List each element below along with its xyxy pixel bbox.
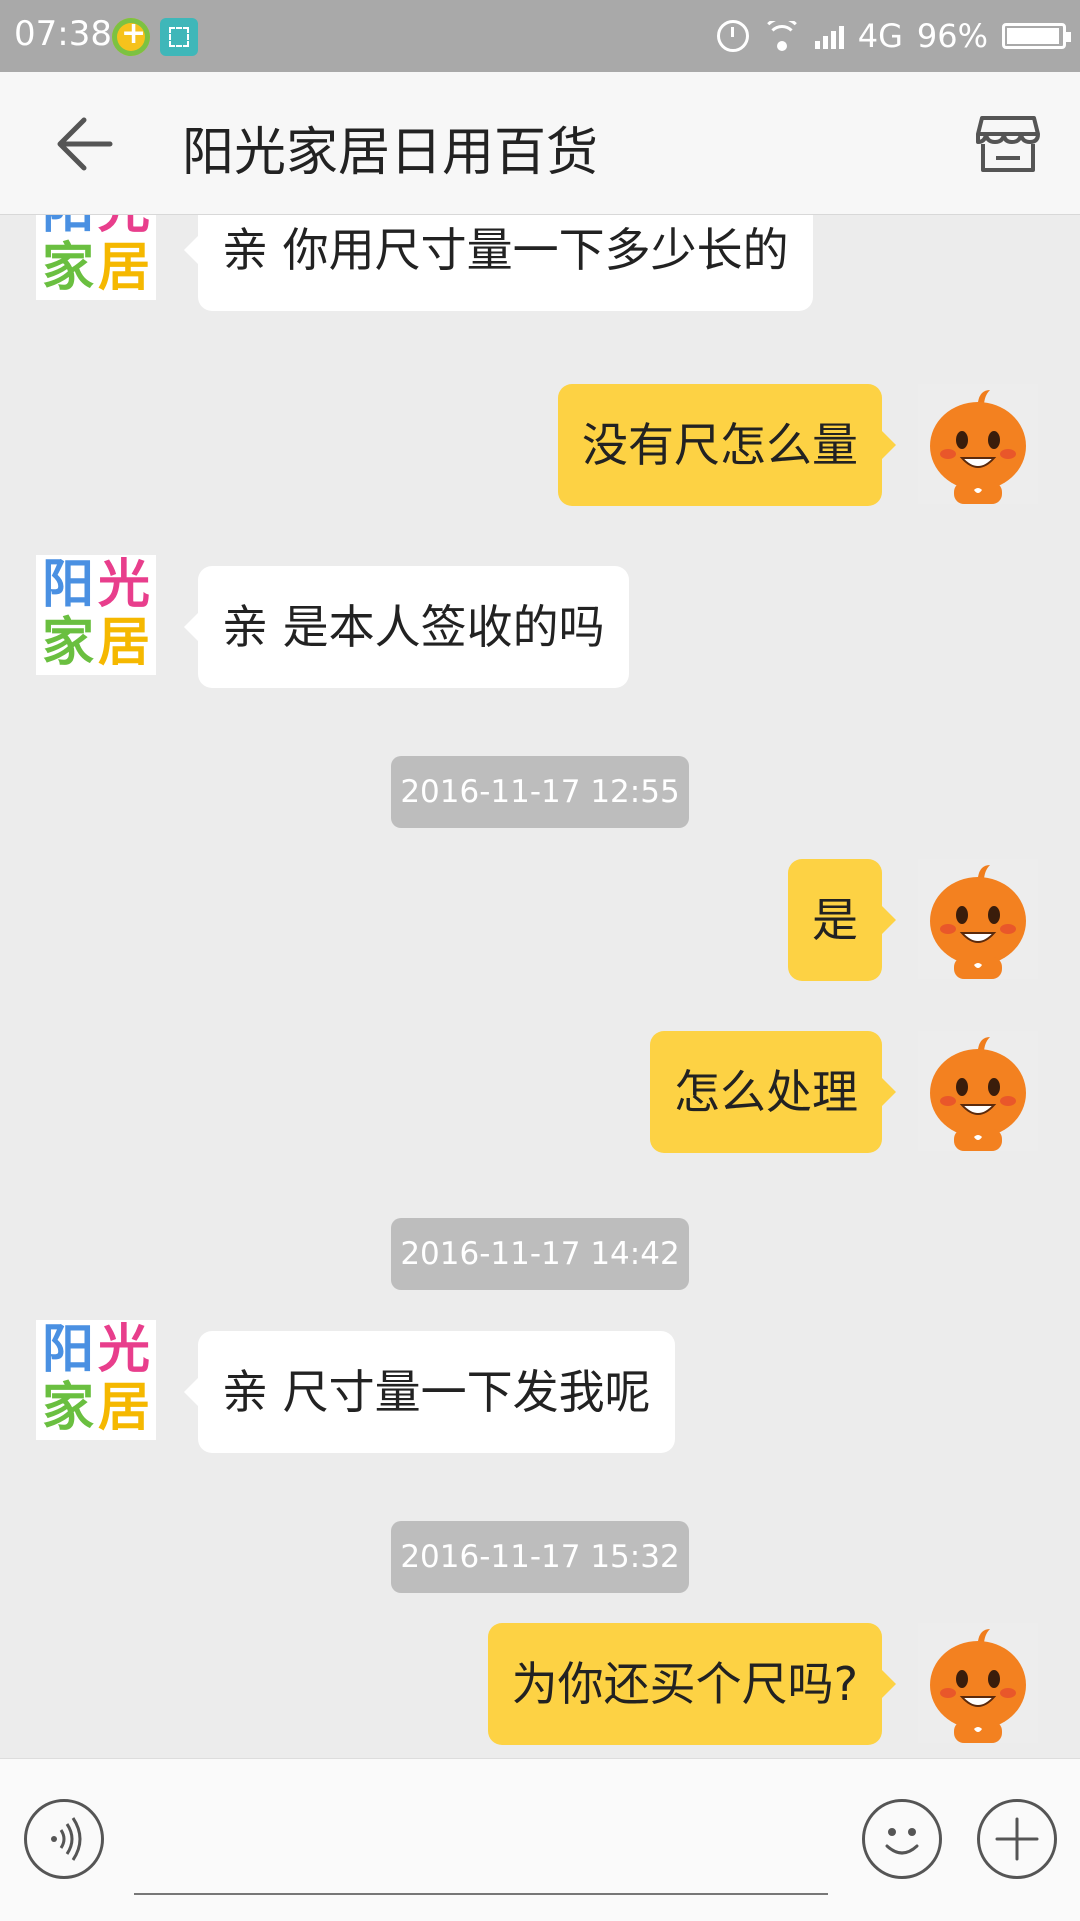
page-title: 阳光家居日用百货: [182, 123, 599, 183]
user-avatar[interactable]: [918, 859, 1038, 979]
emoji-button[interactable]: [862, 1799, 942, 1879]
message-bubble-sent[interactable]: 为你还买个尺吗?: [487, 1623, 897, 1745]
message-timestamp: 2016-11-17 12:55: [391, 756, 689, 828]
message-timestamp: 2016-11-17 15:32: [391, 1521, 689, 1593]
orange-mascot-icon: [918, 1031, 1038, 1151]
chat-header: 阳光家居日用百货: [0, 72, 1080, 215]
network-type: 4G: [857, 17, 903, 55]
message-bubble-received[interactable]: 亲 尺寸量一下发我呢: [184, 1331, 675, 1453]
more-options-button[interactable]: [977, 1799, 1057, 1879]
user-avatar[interactable]: [918, 1623, 1038, 1743]
message-bubble-received[interactable]: 亲 你用尺寸量一下多少长的: [184, 215, 813, 311]
orange-mascot-icon: [918, 1623, 1038, 1743]
orange-mascot-icon: [918, 859, 1038, 979]
battery-percent: 96%: [916, 17, 988, 55]
status-indicators: 4G 96%: [716, 14, 1071, 58]
user-avatar[interactable]: [918, 384, 1038, 504]
voice-icon: [51, 1817, 82, 1861]
voice-button[interactable]: [24, 1799, 104, 1879]
signal-icon: [814, 23, 844, 49]
message-bubble-sent[interactable]: 没有尺怎么量: [558, 384, 896, 506]
message-input-bar: [0, 1758, 1080, 1921]
wifi-icon: [763, 21, 801, 51]
shop-avatar[interactable]: 阳 光 家 居: [36, 555, 156, 675]
message-timestamp: 2016-11-17 14:42: [391, 1218, 689, 1290]
alarm-icon: [716, 20, 749, 52]
message-input[interactable]: [134, 1893, 828, 1895]
chat-messages: 阳 光 家 居 亲 你用尺寸量一下多少长的 没有尺怎么量 阳 光 家 居 亲 是…: [0, 215, 1080, 1757]
notification-plus-icon: [112, 16, 150, 56]
user-avatar[interactable]: [918, 1031, 1038, 1151]
message-bubble-sent[interactable]: 是: [788, 859, 896, 981]
status-time: 07:38: [14, 14, 112, 54]
message-bubble-received[interactable]: 亲 是本人签收的吗: [184, 566, 629, 688]
store-icon[interactable]: [974, 112, 1042, 176]
battery-icon: [1002, 23, 1071, 49]
emoji-icon: [885, 1828, 919, 1855]
plus-icon: [995, 1817, 1039, 1861]
shop-avatar[interactable]: 阳 光 家 居: [36, 1320, 156, 1440]
shop-avatar[interactable]: 阳 光 家 居: [36, 215, 156, 300]
status-bar: 07:38 4G 96%: [0, 0, 1080, 72]
orange-mascot-icon: [918, 384, 1038, 504]
message-bubble-sent[interactable]: 怎么处理: [650, 1031, 896, 1153]
back-arrow-icon[interactable]: [54, 116, 114, 172]
screenshot-icon: [160, 18, 198, 56]
